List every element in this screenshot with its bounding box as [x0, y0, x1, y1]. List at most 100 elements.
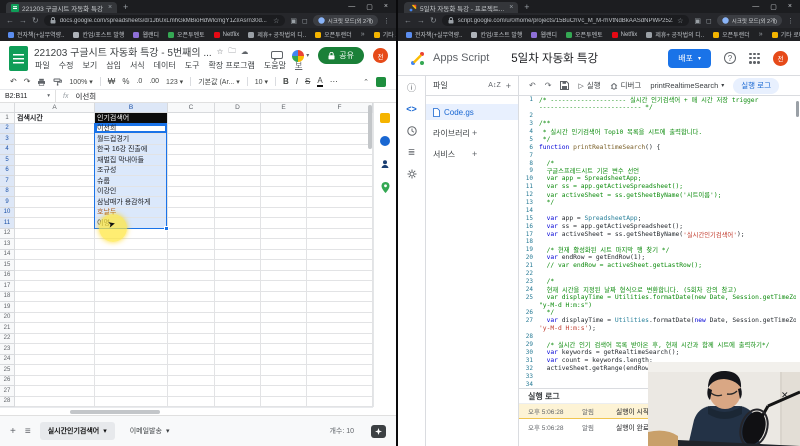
- maximize-button[interactable]: ▢: [366, 3, 373, 11]
- row-header-20[interactable]: 20: [0, 312, 15, 323]
- cell-E27[interactable]: [261, 386, 307, 397]
- decrease-decimal-button[interactable]: .0: [136, 78, 142, 85]
- cell-D12[interactable]: [215, 228, 261, 239]
- cell-C4[interactable]: [168, 144, 215, 155]
- calendar-icon[interactable]: [380, 136, 390, 146]
- cell-F21[interactable]: [307, 323, 373, 334]
- cell-D11[interactable]: [215, 218, 261, 229]
- triggers-clock-icon[interactable]: [406, 126, 417, 136]
- cell-B28[interactable]: [95, 396, 168, 407]
- sheet-tab-이메일발송[interactable]: 이메일발송 ▾: [122, 422, 178, 440]
- cell-C19[interactable]: [168, 302, 215, 313]
- cell-B16[interactable]: [95, 270, 168, 281]
- bookmark-item[interactable]: Netflix: [611, 31, 637, 38]
- cell-E19[interactable]: [261, 302, 307, 313]
- browser-tab-sheets[interactable]: 221203 구글시트 자동화 특강 ×: [6, 2, 118, 13]
- cell-B23[interactable]: [95, 344, 168, 355]
- cell-F3[interactable]: [307, 134, 373, 145]
- add-file-icon[interactable]: +: [506, 81, 511, 91]
- bookmark-item[interactable]: 전자책(+실무역량..: [8, 30, 64, 39]
- bookmark-item[interactable]: 웹랜디: [133, 30, 159, 39]
- cell-C2[interactable]: [168, 123, 215, 134]
- cell-A25[interactable]: [15, 365, 95, 376]
- grid-corner[interactable]: [0, 103, 15, 113]
- cell-D21[interactable]: [215, 323, 261, 334]
- cell-A14[interactable]: [15, 249, 95, 260]
- cell-B8[interactable]: 이강인: [95, 186, 168, 197]
- cell-F9[interactable]: [307, 197, 373, 208]
- cell-E22[interactable]: [261, 333, 307, 344]
- bookmark-item[interactable]: 전자책(+실무역량..: [406, 30, 462, 39]
- cell-B1[interactable]: 인기검색어: [95, 113, 168, 124]
- bookmark-item[interactable]: 기타 로마켓: [373, 30, 396, 39]
- collapse-toolbar-icon[interactable]: ⌃: [363, 78, 369, 86]
- cell-F24[interactable]: [307, 354, 373, 365]
- cell-A22[interactable]: [15, 333, 95, 344]
- bookmark-item[interactable]: 제휴+ 공작법의 디..: [248, 30, 306, 39]
- row-header-24[interactable]: 24: [0, 354, 15, 365]
- cell-A4[interactable]: [15, 144, 95, 155]
- cell-F11[interactable]: [307, 218, 373, 229]
- back-icon[interactable]: ←: [6, 16, 14, 25]
- cell-D6[interactable]: [215, 165, 261, 176]
- cell-D1[interactable]: [215, 113, 261, 124]
- col-header-F[interactable]: F: [307, 103, 373, 113]
- new-tab-button[interactable]: +: [524, 2, 529, 12]
- row-header-26[interactable]: 26: [0, 375, 15, 386]
- profile-chip[interactable]: 시크릿 모드(외 2개): [716, 15, 782, 26]
- cell-E25[interactable]: [261, 365, 307, 376]
- cell-F15[interactable]: [307, 260, 373, 271]
- cell-B7[interactable]: 슈룹: [95, 176, 168, 187]
- undo-icon[interactable]: ↶: [529, 81, 536, 90]
- cell-D17[interactable]: [215, 281, 261, 292]
- bookmark-item[interactable]: 오픈투랜더: [315, 30, 352, 39]
- cell-F17[interactable]: [307, 281, 373, 292]
- account-avatar[interactable]: 전: [773, 50, 788, 66]
- minimize-button[interactable]: —: [348, 3, 355, 10]
- cell-A27[interactable]: [15, 386, 95, 397]
- cell-D3[interactable]: [215, 134, 261, 145]
- menu-확장 프로그램[interactable]: 확장 프로그램: [209, 60, 255, 71]
- cell-A28[interactable]: [15, 396, 95, 407]
- sort-az-icon[interactable]: A↕Z: [488, 82, 500, 89]
- cell-C5[interactable]: [168, 155, 215, 166]
- sheets-logo[interactable]: [9, 46, 28, 71]
- bookmark-star-icon[interactable]: ☆: [273, 17, 279, 25]
- reload-icon[interactable]: ↻: [430, 16, 437, 25]
- apps-script-wordmark[interactable]: Apps Script: [433, 52, 489, 64]
- bookmark-item[interactable]: 기타 로마켓: [771, 30, 800, 39]
- cell-D2[interactable]: [215, 123, 261, 134]
- cell-A18[interactable]: [15, 291, 95, 302]
- redo-icon[interactable]: ↷: [545, 81, 552, 90]
- cell-E28[interactable]: [261, 396, 307, 407]
- cell-F16[interactable]: [307, 270, 373, 281]
- cell-A19[interactable]: [15, 302, 95, 313]
- cell-D25[interactable]: [215, 365, 261, 376]
- row-header-17[interactable]: 17: [0, 281, 15, 292]
- cell-B24[interactable]: [95, 354, 168, 365]
- all-sheets-icon[interactable]: ≡: [25, 426, 31, 437]
- bookmark-item[interactable]: 오픈투멘토: [168, 30, 205, 39]
- sheet-tab-menu-icon[interactable]: ▾: [166, 427, 170, 435]
- cell-D23[interactable]: [215, 344, 261, 355]
- execution-log-button[interactable]: 실행 로그: [733, 77, 779, 94]
- cell-A6[interactable]: [15, 165, 95, 176]
- cell-A9[interactable]: [15, 197, 95, 208]
- increase-decimal-button[interactable]: .00: [149, 78, 159, 85]
- horizontal-scrollbar[interactable]: [70, 410, 160, 414]
- cell-A16[interactable]: [15, 270, 95, 281]
- code-editor[interactable]: 1 /* -------------------- 실시간 인기검색어 + 매 시…: [519, 96, 796, 388]
- cell-B20[interactable]: [95, 312, 168, 323]
- cell-E26[interactable]: [261, 375, 307, 386]
- cell-D14[interactable]: [215, 249, 261, 260]
- cell-D8[interactable]: [215, 186, 261, 197]
- vertical-scrollbar[interactable]: [368, 105, 372, 149]
- cell-B15[interactable]: [95, 260, 168, 271]
- cell-F6[interactable]: [307, 165, 373, 176]
- cell-F20[interactable]: [307, 312, 373, 323]
- cell-C23[interactable]: [168, 344, 215, 355]
- editor-scrollbar[interactable]: [796, 101, 799, 117]
- cell-F28[interactable]: [307, 396, 373, 407]
- forward-icon[interactable]: →: [19, 16, 27, 25]
- cell-E1[interactable]: [261, 113, 307, 124]
